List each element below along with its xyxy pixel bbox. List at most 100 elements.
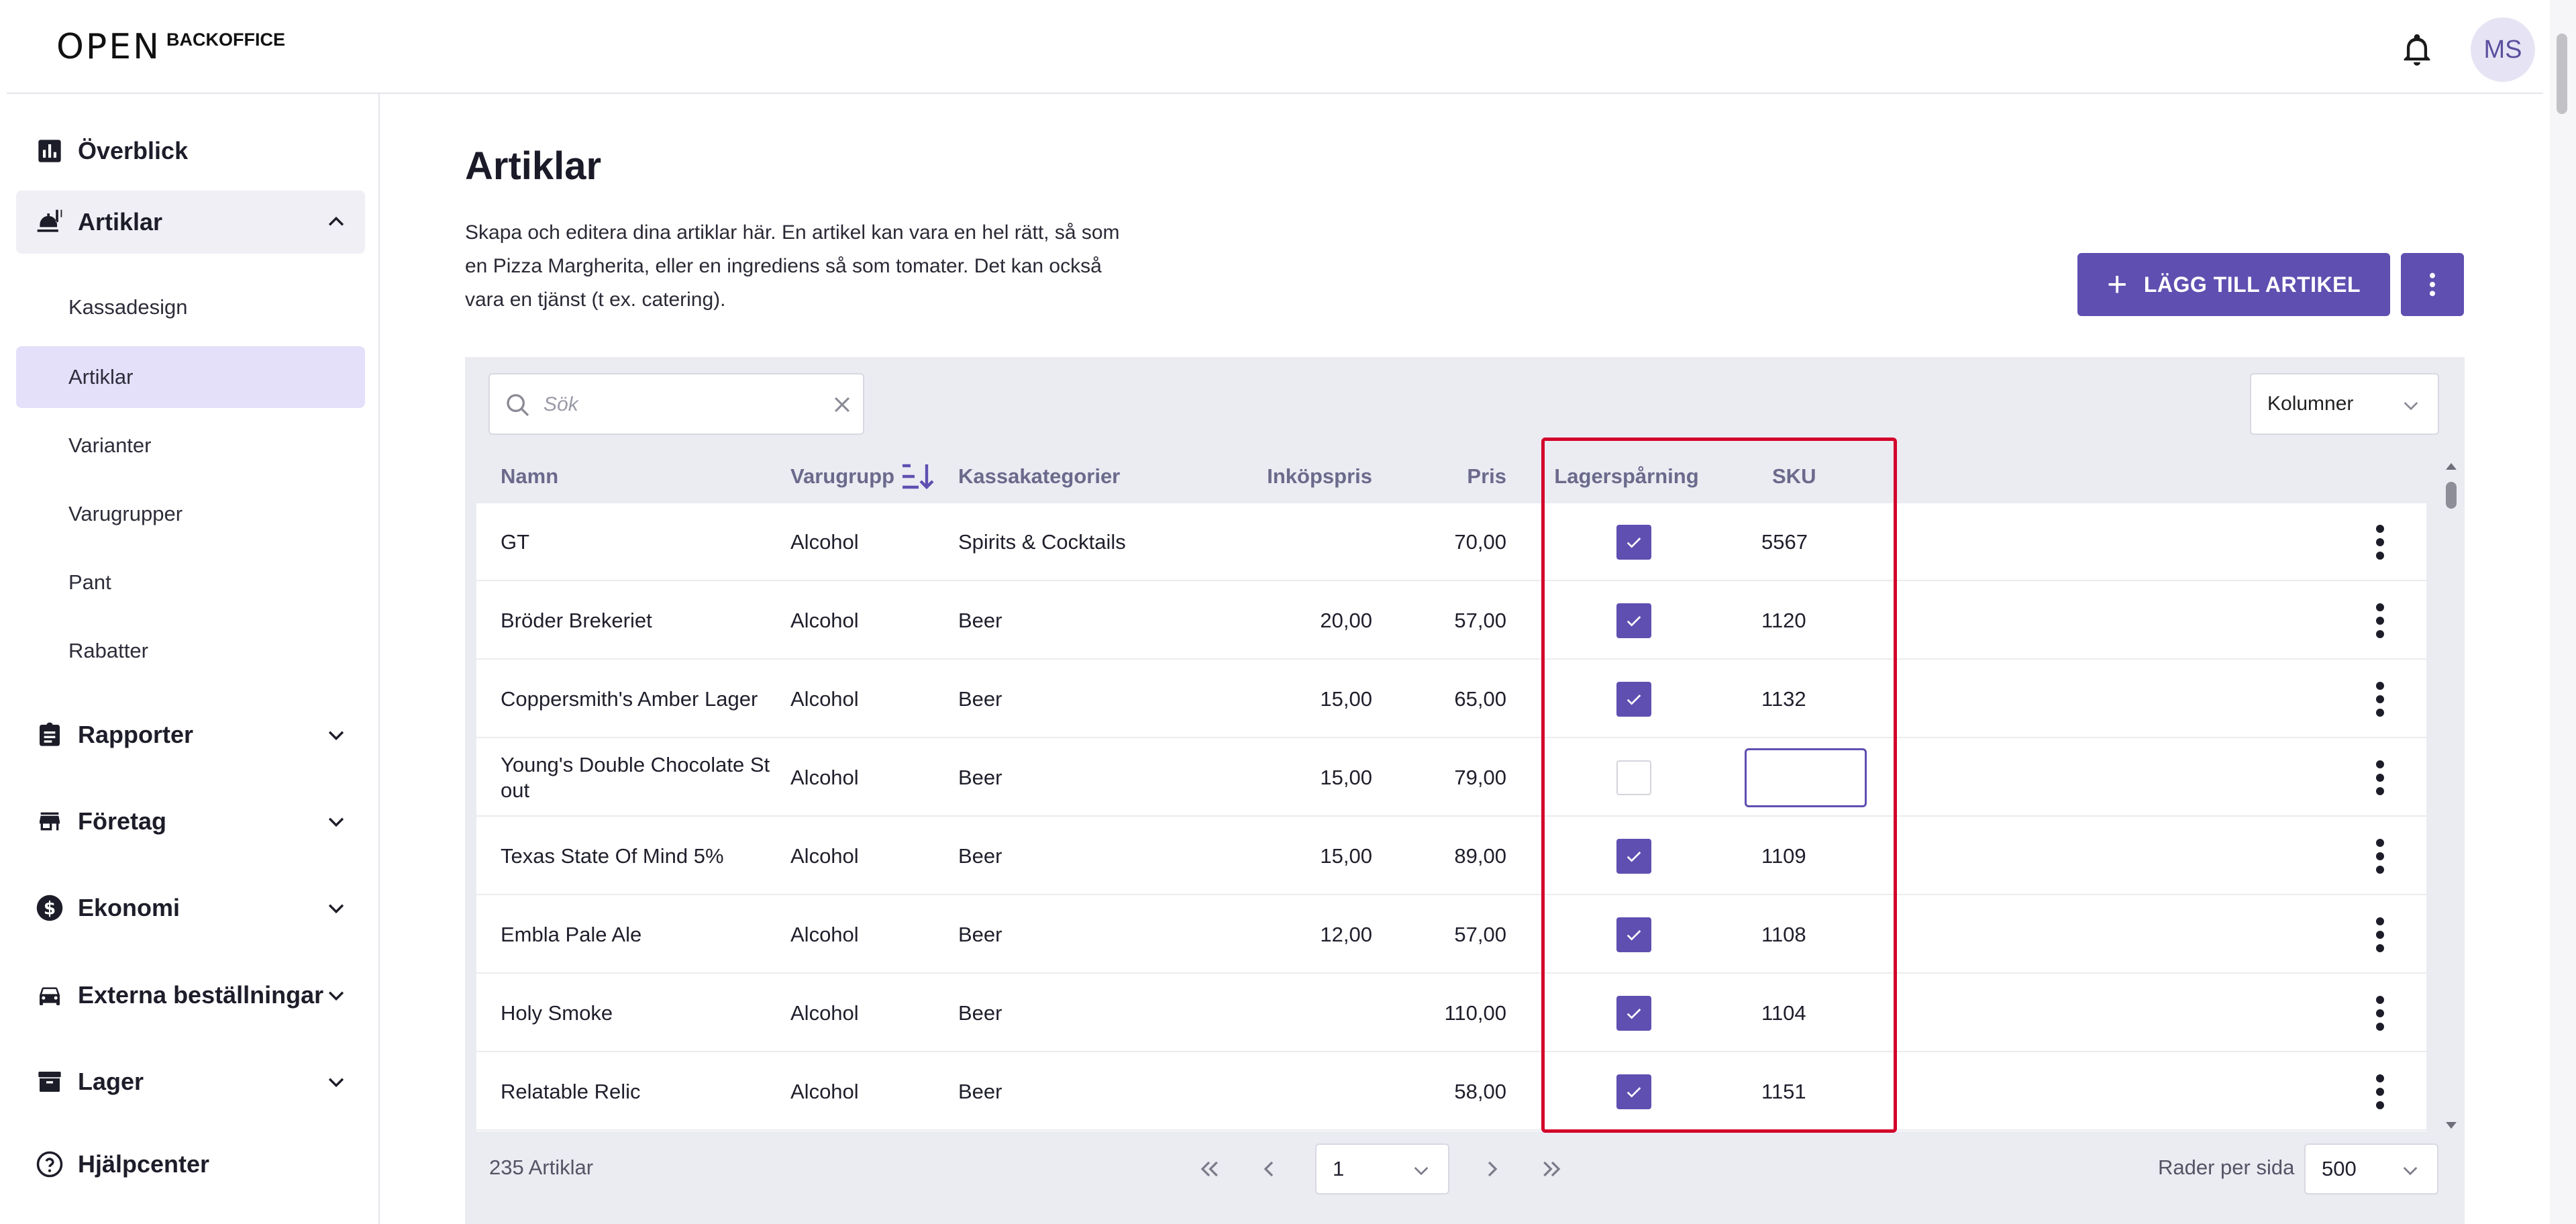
page-title: Artiklar: [465, 144, 602, 188]
sidebar-item-external-orders[interactable]: Externa beställningar: [16, 964, 365, 1027]
sidebar-subitem-varianter[interactable]: Varianter: [16, 415, 365, 476]
add-article-button[interactable]: + LÄGG TILL ARTIKEL: [2077, 253, 2390, 316]
header-sku[interactable]: SKU: [1772, 450, 1816, 503]
sidebar-item-label: Artiklar: [78, 208, 163, 236]
cell-sku[interactable]: 1120: [1761, 582, 1806, 660]
header-tracking[interactable]: Lagerspårning: [1549, 450, 1704, 503]
row-menu-icon[interactable]: [2373, 1072, 2387, 1112]
sku-input[interactable]: [1745, 748, 1867, 807]
chevron-down-icon[interactable]: [325, 723, 348, 746]
sidebar-item-reports[interactable]: Rapporter: [16, 703, 365, 766]
cell-sku[interactable]: 1151: [1761, 1053, 1806, 1131]
chevron-down-icon[interactable]: [325, 1070, 348, 1093]
row-menu-icon[interactable]: [2373, 601, 2387, 641]
header-group[interactable]: Varugrupp: [790, 450, 935, 503]
chevron-down-icon[interactable]: [325, 810, 348, 833]
row-menu-icon[interactable]: [2373, 993, 2387, 1033]
header-name[interactable]: Namn: [501, 450, 558, 503]
table-row[interactable]: Texas State Of Mind 5% Alcohol Beer 15,0…: [476, 817, 2426, 895]
bell-icon[interactable]: [2400, 31, 2434, 68]
avatar[interactable]: MS: [2471, 17, 2535, 82]
scrollbar-thumb[interactable]: [2557, 34, 2567, 114]
row-menu-icon[interactable]: [2373, 836, 2387, 876]
logo-text: OPEN: [56, 27, 162, 67]
last-page-icon[interactable]: [1537, 1154, 1567, 1184]
row-menu-icon[interactable]: [2373, 915, 2387, 955]
table-row[interactable]: Coppersmith's Amber Lager Alcohol Beer 1…: [476, 660, 2426, 738]
cell-name: Holy Smoke: [501, 1001, 613, 1025]
sidebar-subitem-artiklar[interactable]: Artiklar: [16, 346, 365, 408]
cell-sku[interactable]: 1108: [1761, 896, 1806, 974]
cell-purchase-price: 15,00: [1320, 766, 1372, 789]
tracking-checkbox[interactable]: [1616, 839, 1651, 874]
header-price[interactable]: Pris: [1391, 450, 1506, 503]
chevron-down-icon[interactable]: [325, 897, 348, 919]
cell-price: 57,00: [1454, 609, 1506, 632]
article-count: 235 Artiklar: [489, 1156, 594, 1179]
search-box[interactable]: [488, 373, 864, 435]
header-purchase-price[interactable]: Inköpspris: [1203, 450, 1372, 503]
sidebar-item-help[interactable]: Hjälpcenter: [16, 1133, 365, 1196]
columns-dropdown[interactable]: Kolumner: [2250, 373, 2439, 435]
row-menu-icon[interactable]: [2373, 758, 2387, 798]
check-icon: [1627, 1087, 1641, 1098]
sidebar-subitem-pant[interactable]: Pant: [16, 552, 365, 613]
cell-sku[interactable]: 1104: [1761, 974, 1806, 1052]
next-page-icon[interactable]: [1478, 1154, 1507, 1184]
page-select[interactable]: 1: [1315, 1143, 1449, 1194]
scroll-down-icon[interactable]: [2444, 1121, 2458, 1131]
sidebar-item-overview[interactable]: Överblick: [16, 119, 365, 183]
prev-page-icon[interactable]: [1254, 1154, 1284, 1184]
columns-label: Kolumner: [2267, 393, 2354, 415]
sidebar-item-economy[interactable]: $ Ekonomi: [16, 876, 365, 939]
tracking-checkbox[interactable]: [1616, 917, 1651, 952]
table-row[interactable]: Young's Double Chocolate St out Alcohol …: [476, 739, 2426, 817]
cell-group: Alcohol: [790, 923, 859, 946]
cell-sku[interactable]: 5567: [1761, 503, 1808, 581]
more-options-button[interactable]: [2401, 253, 2464, 316]
tracking-checkbox[interactable]: [1616, 1074, 1651, 1109]
table-row[interactable]: Embla Pale Ale Alcohol Beer 12,00 57,00 …: [476, 896, 2426, 974]
sidebar-item-label: Externa beställningar: [78, 981, 324, 1009]
check-icon: [1627, 1009, 1641, 1019]
close-icon[interactable]: [831, 393, 854, 416]
first-page-icon[interactable]: [1194, 1154, 1224, 1184]
sidebar-item-company[interactable]: Företag: [16, 790, 365, 853]
table-row[interactable]: GT Alcohol Spirits & Cocktails 70,00 556…: [476, 503, 2426, 581]
help-icon: [35, 1150, 64, 1179]
tracking-checkbox[interactable]: [1616, 760, 1651, 795]
logo[interactable]: OPEN BACKOFFICE: [56, 27, 285, 67]
rows-per-page-select[interactable]: 500: [2304, 1143, 2438, 1194]
page-scrollbar[interactable]: [2550, 0, 2576, 1224]
cell-purchase-price: [1215, 503, 1372, 581]
table-row[interactable]: Relatable Relic Alcohol Beer 58,00 1151: [476, 1053, 2426, 1131]
table-row[interactable]: Holy Smoke Alcohol Beer 110,00 1104: [476, 974, 2426, 1052]
check-icon: [1627, 695, 1641, 705]
search-input[interactable]: [544, 388, 812, 421]
cell-group: Alcohol: [790, 1080, 859, 1103]
sidebar-item-label: Lager: [78, 1068, 144, 1095]
tracking-checkbox[interactable]: [1616, 682, 1651, 717]
tracking-checkbox[interactable]: [1616, 603, 1651, 638]
table-row[interactable]: Bröder Brekeriet Alcohol Beer 20,00 57,0…: [476, 582, 2426, 660]
tracking-checkbox[interactable]: [1616, 525, 1651, 560]
header-category[interactable]: Kassakategorier: [958, 450, 1120, 503]
sidebar-item-articles[interactable]: Artiklar: [16, 191, 365, 254]
row-menu-icon[interactable]: [2373, 522, 2387, 562]
chevron-down-icon[interactable]: [325, 984, 348, 1007]
sidebar-subitem-rabatter[interactable]: Rabatter: [16, 620, 365, 682]
cell-sku[interactable]: 1132: [1761, 660, 1806, 738]
scroll-up-icon[interactable]: [2444, 460, 2458, 471]
sidebar-subitem-varugrupper[interactable]: Varugrupper: [16, 483, 365, 545]
table-scrollbar-thumb[interactable]: [2446, 482, 2457, 509]
sidebar-subitem-kassadesign[interactable]: Kassadesign: [16, 276, 365, 338]
row-menu-icon[interactable]: [2373, 679, 2387, 719]
cell-group: Alcohol: [790, 530, 859, 554]
sidebar-item-stock[interactable]: Lager: [16, 1050, 365, 1113]
table-scrollbar[interactable]: [2442, 459, 2459, 1131]
tracking-checkbox[interactable]: [1616, 996, 1651, 1031]
chevron-up-icon[interactable]: [325, 211, 348, 234]
cell-sku[interactable]: 1109: [1761, 817, 1806, 895]
sidebar-item-label: Rapporter: [78, 721, 194, 748]
dollar-icon: $: [35, 893, 64, 923]
